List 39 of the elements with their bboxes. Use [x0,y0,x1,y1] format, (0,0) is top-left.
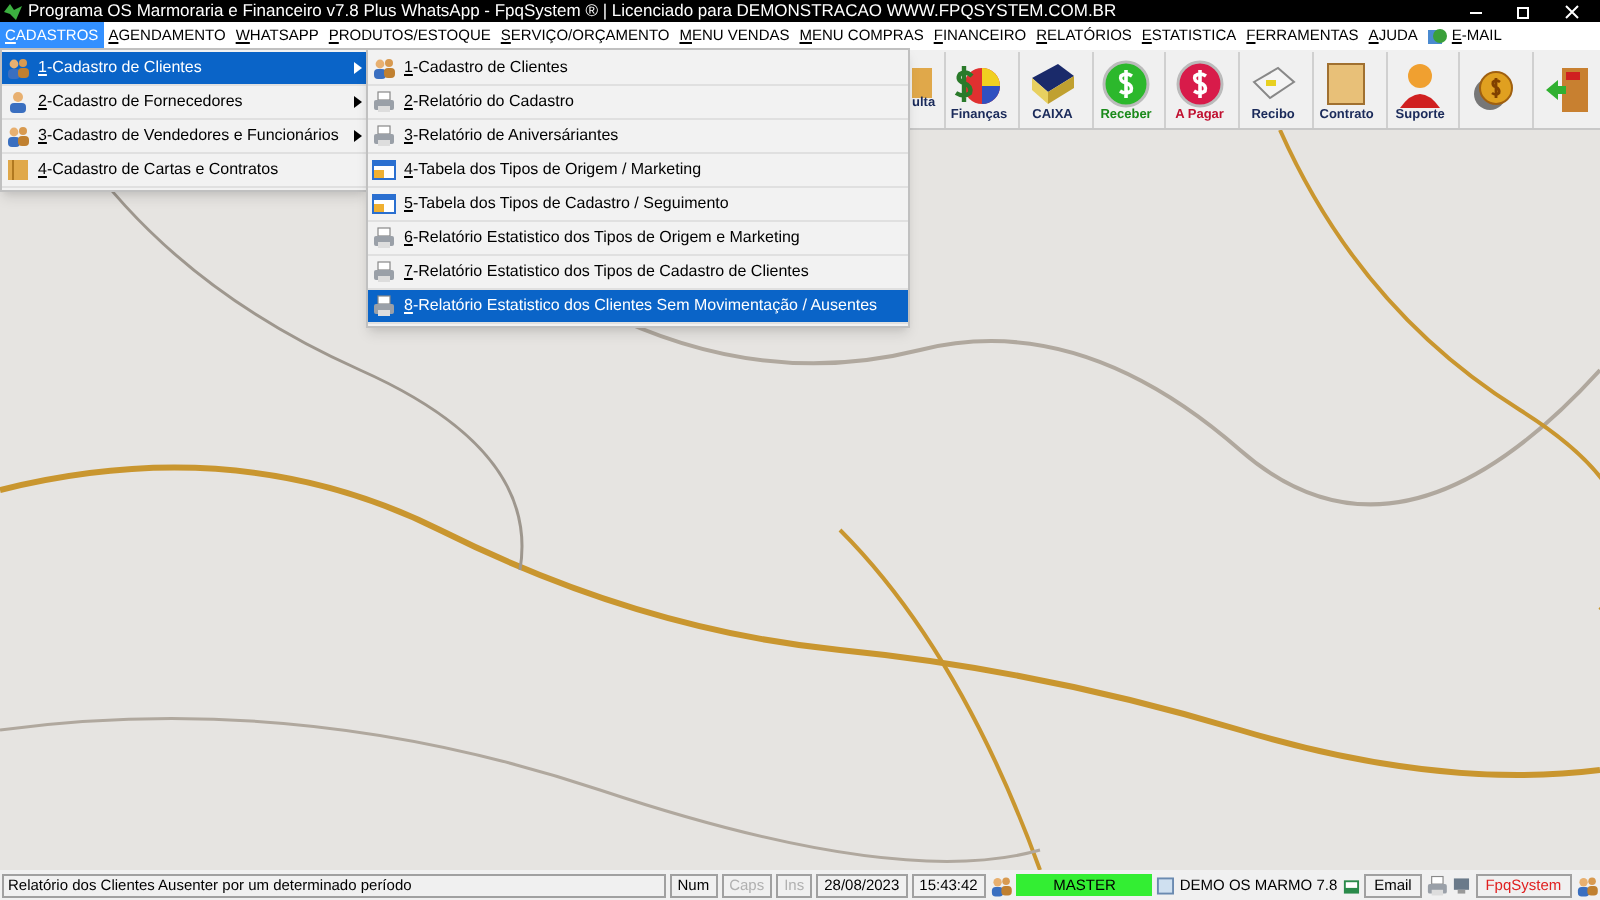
folder-icon [912,68,932,99]
submenu-arrow-icon [354,130,362,142]
printer-icon [372,294,396,318]
menu-entry[interactable]: 8-Relatório Estatistico dos Clientes Sem Movimentação / Ausentes [368,290,908,324]
people-icon [6,56,30,80]
printer-icon [372,226,396,250]
folder-icon [6,158,30,182]
email-icon [1341,875,1361,895]
menu-entry[interactable]: 2-Relatório do Cadastro [368,86,908,120]
maximize-icon[interactable] [1516,3,1532,19]
people-icon [1575,873,1598,897]
submenu-arrow-icon [354,96,362,108]
printer-icon [1425,873,1449,897]
menu-entry[interactable]: 3-Cadastro de Vendedores e Funcionários [2,120,366,154]
menu-entry[interactable]: 2-Cadastro de Fornecedores [2,86,366,120]
submenu-arrow-icon [354,62,362,74]
people-icon [6,124,30,148]
menu-entry[interactable]: 6-Relatório Estatistico dos Tipos de Origem e Marketing [368,222,908,256]
menu-entry[interactable]: 1-Cadastro de Clientes [368,52,908,86]
document-icon [1156,875,1176,895]
menu-entry[interactable]: 4-Cadastro de Cartas e Contratos [2,154,366,188]
menu-entry[interactable]: 3-Relatório de Aniversáriantes [368,120,908,154]
dollar-icon [1173,57,1226,110]
table-icon [372,192,396,216]
person-icon [6,90,30,114]
people-icon [372,56,396,80]
printer-icon [372,124,396,148]
close-icon[interactable] [1564,3,1580,19]
printer-icon [372,260,396,284]
people-icon [989,873,1013,897]
table-icon [372,158,396,182]
printer-icon [372,90,396,114]
menu-entry[interactable]: 4-Tabela dos Tipos de Origem / Marketing [368,154,908,188]
menu-entry[interactable]: 5-Tabela dos Tipos de Cadastro / Seguimento [368,188,908,222]
menu-entry[interactable]: 1-Cadastro de Clientes [2,52,366,86]
monitor-icon [1452,875,1472,895]
exit-door-icon [1541,64,1594,116]
dollar-icon [1100,57,1153,110]
window-title: Programa OS Marmoraria e Financeiro v7.8 Plus WhatsApp - FpqSystem ® | Licenciado para DEMONSTRACAO WWW.FPQSYSTEM.COM.BR [28,2,1117,20]
